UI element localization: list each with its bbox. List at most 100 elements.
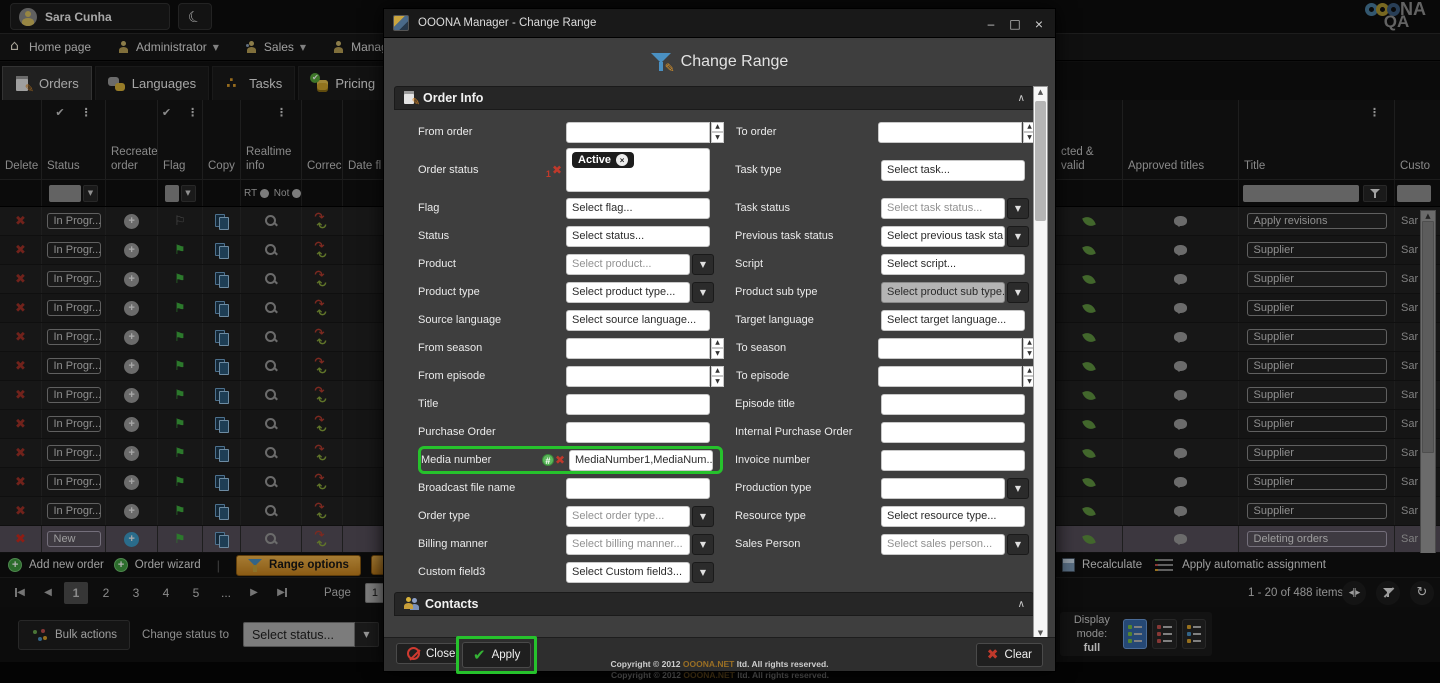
field-input[interactable]: × Select order type... (566, 506, 690, 527)
field-text: Select resource type... (887, 510, 996, 522)
form-field-right: To order # ✖ × ▲▼ (736, 118, 1034, 146)
field-input[interactable]: × (566, 422, 710, 443)
field-label: Order status (418, 164, 536, 176)
field-input[interactable]: × Select previous task sta... (881, 226, 1005, 247)
field-input[interactable]: × (878, 122, 1022, 143)
spinner-buttons[interactable]: ▲▼ (711, 366, 724, 387)
field-input[interactable]: × (566, 338, 710, 359)
scroll-up-icon[interactable]: ▲ (1034, 88, 1047, 96)
contacts-section-header[interactable]: Contacts ∧ (394, 592, 1034, 616)
form-row: Order type # ✖ × Select order type... (418, 502, 1034, 530)
form-row: Product type # ✖ × Select product type..… (418, 278, 1034, 306)
dialog-titlebar[interactable]: OOONA Manager - Change Range – □ × (384, 9, 1055, 38)
minimize-button[interactable]: – (979, 14, 1003, 34)
field-input[interactable]: × Select target language... (881, 310, 1025, 331)
dialog-heading-text: Change Range (681, 53, 789, 71)
field-icons: 1 # ✖ (536, 161, 566, 179)
status-tag[interactable]: Active× (572, 152, 634, 168)
form-row: Order status 1 # ✖ Active× (418, 146, 1034, 194)
spinner-buttons[interactable]: ▲▼ (711, 122, 724, 143)
field-input[interactable]: × Select source language... (566, 310, 710, 331)
collapse-chevron-icon[interactable]: ∧ (1018, 93, 1025, 104)
dialog-scrollbar-thumb[interactable] (1035, 101, 1046, 221)
field-input[interactable]: × Select flag... (566, 198, 710, 219)
field-label: To episode (736, 370, 855, 382)
dropdown-button[interactable]: ▼ (1007, 198, 1029, 219)
dropdown-button[interactable]: ▼ (692, 282, 714, 303)
field-input[interactable]: × Select task status... (881, 198, 1005, 219)
field-label: Task type (735, 164, 857, 176)
dropdown-button[interactable]: ▼ (692, 506, 714, 527)
field-text: Select product sub type... (887, 286, 1005, 298)
field-input[interactable]: × Select product... (566, 254, 690, 275)
field-input[interactable]: × MediaNumber1,MediaNum... (569, 450, 713, 471)
field-label: To season (736, 342, 855, 354)
field-input[interactable]: × Select billing manner... (566, 534, 690, 555)
field-label: Internal Purchase Order (735, 426, 857, 438)
field-input[interactable]: × Select product sub type... (881, 282, 1005, 303)
form-field-right: Internal Purchase Order # ✖ × (735, 418, 1034, 446)
field-input[interactable]: × (566, 366, 710, 387)
field-input[interactable]: × (878, 366, 1022, 387)
change-range-funnel-icon: ✎ (651, 53, 671, 72)
field-input[interactable]: × (566, 478, 710, 499)
form-field-left: Title # ✖ × ▲▼ (418, 390, 723, 418)
field-text: Select flag... (572, 202, 633, 214)
field-label: Script (735, 258, 857, 270)
media-number-hash-icon: # (542, 454, 554, 466)
order-info-section-header[interactable]: Order Info ∧ (394, 86, 1034, 110)
spinner-buttons[interactable]: ▲▼ (711, 338, 724, 359)
field-input[interactable]: × Select Custom field3... (566, 562, 690, 583)
dialog-scrollbar[interactable]: ▲ ▼ (1033, 86, 1048, 639)
remove-tag-icon[interactable]: × (616, 154, 628, 166)
field-input[interactable]: × (881, 478, 1005, 499)
form-field-left: Purchase Order # ✖ × (418, 418, 723, 446)
dialog-copyright: Copyright © 2012 OOONA.NET ltd. All righ… (384, 659, 1055, 669)
field-input[interactable]: × (881, 450, 1025, 471)
field-label: Status (418, 230, 536, 242)
field-input[interactable]: × Select resource type... (881, 506, 1025, 527)
ooona-net-link[interactable]: OOONA.NET (683, 659, 734, 669)
field-input[interactable]: × Select status... (566, 226, 710, 247)
order-info-title: Order Info (423, 91, 483, 105)
field-label: Media number (421, 454, 539, 466)
collapse-chevron-icon[interactable]: ∧ (1018, 599, 1025, 610)
field-input[interactable]: × (878, 338, 1022, 359)
field-label: Task status (735, 202, 857, 214)
field-input[interactable]: × Select script... (881, 254, 1025, 275)
dropdown-button[interactable]: ▼ (1007, 282, 1029, 303)
dropdown-button[interactable]: ▼ (1007, 534, 1029, 555)
field-label: Purchase Order (418, 426, 536, 438)
field-label: From order (418, 126, 536, 138)
dropdown-button[interactable]: ▼ (692, 534, 714, 555)
app-window-icon (393, 15, 409, 31)
field-text: Select status... (572, 230, 644, 242)
dropdown-button[interactable]: ▼ (692, 254, 714, 275)
maximize-button[interactable]: □ (1003, 14, 1027, 34)
clear-field-icon[interactable]: ✖ (552, 163, 562, 177)
field-input[interactable]: × (566, 122, 710, 143)
field-label: Product (418, 258, 536, 270)
field-label: Custom field3 (418, 566, 536, 578)
form-row: From order # ✖ × ▲▼ (418, 118, 1034, 146)
field-input[interactable]: × Select product type... (566, 282, 690, 303)
field-input[interactable]: × Select task... (881, 160, 1025, 181)
dropdown-button[interactable]: ▼ (1007, 226, 1029, 247)
field-input[interactable]: × Select sales person... (881, 534, 1005, 555)
selected-count-badge: 1 (546, 169, 551, 179)
dropdown-button[interactable]: ▼ (1007, 478, 1029, 499)
clear-field-icon[interactable]: ✖ (555, 453, 565, 467)
form-field-left: Media number # ✖ × MediaNumber1,MediaNum… (418, 446, 723, 474)
form-row: Media number # ✖ × MediaNumber1,MediaNum… (418, 446, 1034, 474)
dropdown-button[interactable]: ▼ (692, 562, 714, 583)
scroll-down-icon[interactable]: ▼ (1034, 629, 1047, 637)
field-input[interactable]: × (881, 394, 1025, 415)
field-input[interactable]: × (566, 394, 710, 415)
field-input[interactable]: Active× (566, 148, 710, 192)
field-label: Flag (418, 202, 536, 214)
field-text: Select source language... (572, 314, 696, 326)
field-input[interactable]: × (881, 422, 1025, 443)
form-row: Broadcast file name # ✖ × (418, 474, 1034, 502)
close-window-button[interactable]: × (1027, 14, 1051, 34)
dialog-window-title: OOONA Manager - Change Range (418, 17, 596, 29)
